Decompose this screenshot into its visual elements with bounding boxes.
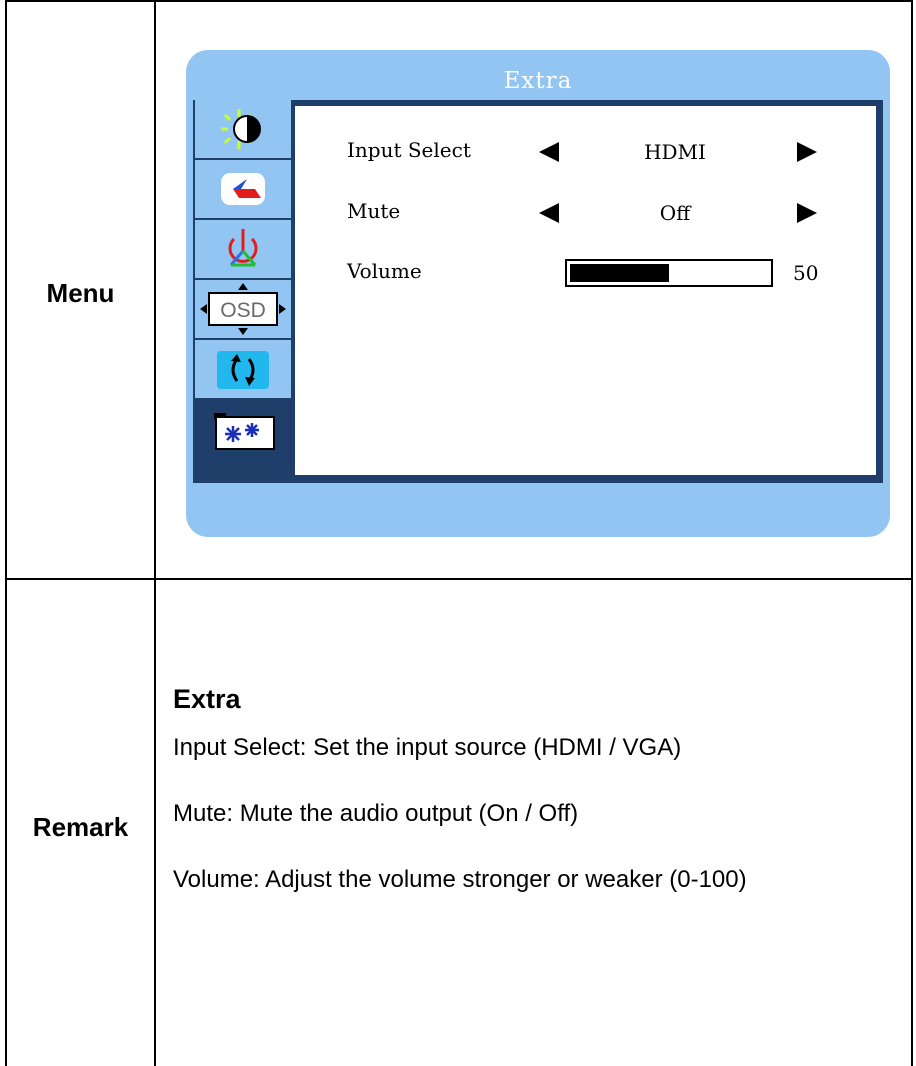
- input-select-value: HDMI: [644, 140, 706, 164]
- osd-title: Extra: [503, 68, 573, 94]
- color-icon: [228, 229, 258, 267]
- volume-slider-fill: [570, 264, 669, 282]
- tab-reset[interactable]: [195, 340, 291, 400]
- input-select-row[interactable]: Input Select HDMI: [295, 138, 876, 168]
- osd-position-icon: OSD: [200, 283, 286, 335]
- menu-row-label: Menu: [46, 278, 115, 308]
- remark-input-select: Input Select: Set the input source (HDMI…: [173, 734, 682, 761]
- tab-extra[interactable]: [195, 400, 291, 460]
- tab-color[interactable]: [195, 220, 291, 280]
- tab-image[interactable]: [195, 160, 291, 220]
- tab-osd[interactable]: OSD: [195, 280, 291, 340]
- row-divider: [5, 578, 913, 580]
- volume-slider[interactable]: [565, 259, 773, 287]
- svg-text:OSD: OSD: [220, 299, 266, 322]
- remark-title: Extra: [173, 684, 241, 714]
- volume-value: 50: [793, 261, 819, 285]
- remark-row-label: Remark: [32, 812, 129, 842]
- mute-value: Off: [659, 201, 691, 225]
- volume-label: Volume: [347, 259, 422, 283]
- extra-settings-icon: [214, 413, 275, 450]
- volume-row[interactable]: Volume 50: [295, 259, 876, 289]
- osd-content-area: Input Select HDMI Mute Off Volume 50: [295, 106, 876, 475]
- mute-left-arrow-icon[interactable]: [539, 203, 559, 223]
- reset-icon: [217, 351, 269, 389]
- brightness-contrast-icon: [221, 109, 261, 149]
- mute-label: Mute: [347, 199, 401, 223]
- input-select-left-arrow-icon[interactable]: [539, 142, 559, 162]
- input-select-right-arrow-icon[interactable]: [797, 142, 817, 162]
- mute-right-arrow-icon[interactable]: [797, 203, 817, 223]
- mute-row[interactable]: Mute Off: [295, 199, 876, 229]
- tab-brightness[interactable]: [195, 100, 291, 160]
- remark-mute: Mute: Mute the audio output (On / Off): [173, 800, 579, 827]
- input-select-label: Input Select: [347, 138, 471, 162]
- osd-menu-panel: Extra OSD Input Select HDMI Mute Off Vol…: [186, 50, 890, 537]
- column-divider: [154, 0, 156, 1066]
- image-adjust-icon: [221, 173, 265, 205]
- osd-frame: OSD Input Select HDMI Mute Off Volume 50: [193, 100, 883, 483]
- remark-volume: Volume: Adjust the volume stronger or we…: [173, 866, 747, 893]
